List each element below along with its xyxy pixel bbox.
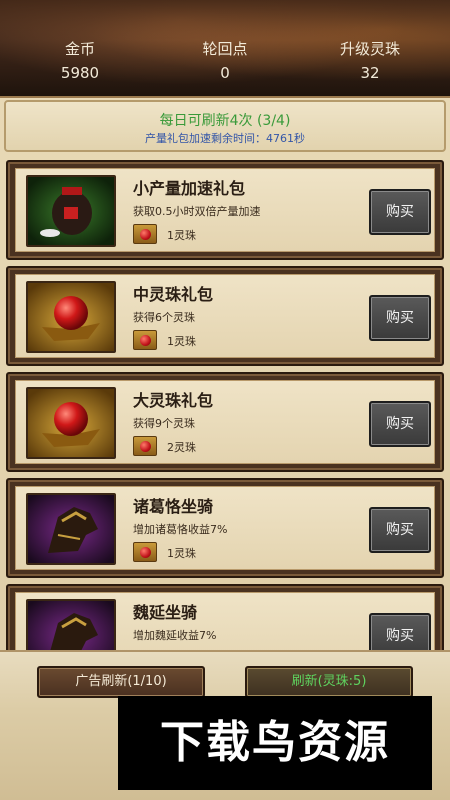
shop-item-card: 中灵珠礼包 获得6个灵珠 1灵珠 购买 bbox=[6, 266, 444, 366]
upgrade-pearl-stat: 升级灵珠 32 bbox=[295, 38, 445, 86]
item-cost: 1灵珠 bbox=[167, 335, 196, 348]
pearl-cost-icon bbox=[133, 224, 157, 244]
shop-item-card: 小产量加速礼包 获取0.5小时双倍产量加速 1灵珠 购买 bbox=[6, 160, 444, 260]
watermark-banner: 下载鸟资源 bbox=[118, 696, 432, 790]
pearl-refresh-button[interactable]: 刷新(灵珠:5) bbox=[245, 666, 413, 698]
gold-value: 5980 bbox=[60, 64, 100, 82]
card-body: 诸葛恪坐骑 增加诸葛恪收益7% 1灵珠 购买 bbox=[15, 486, 435, 570]
shop-item-card: 诸葛恪坐骑 增加诸葛恪收益7% 1灵珠 购买 bbox=[6, 478, 444, 578]
card-body: 大灵珠礼包 获得9个灵珠 2灵珠 购买 bbox=[15, 380, 435, 464]
item-name: 诸葛恪坐骑 bbox=[133, 497, 214, 516]
item-description: 获取0.5小时双倍产量加速 bbox=[133, 205, 261, 218]
boost-remaining-time: 产量礼包加速剩余时间：4761秒 bbox=[145, 132, 305, 145]
pearl-cost-icon bbox=[133, 542, 157, 562]
item-name: 中灵珠礼包 bbox=[133, 285, 214, 304]
item-cost: 1灵珠 bbox=[167, 547, 196, 560]
wine-jar-icon bbox=[26, 175, 116, 247]
pearl-cost-icon bbox=[133, 436, 157, 456]
red-pearl-icon bbox=[26, 387, 116, 459]
daily-refresh-count: 每日可刷新4次 (3/4) bbox=[159, 113, 291, 129]
top-resource-bar: 金币 5980 轮回点 0 升级灵珠 32 bbox=[0, 0, 450, 96]
reincarnation-points-stat: 轮回点 0 bbox=[150, 38, 300, 86]
pearl-cost-icon bbox=[133, 330, 157, 350]
red-pearl-icon bbox=[26, 281, 116, 353]
item-description: 获得9个灵珠 bbox=[133, 417, 195, 430]
upgrade-pearl-value: 32 bbox=[360, 64, 380, 82]
buy-button[interactable]: 购买 bbox=[369, 295, 431, 341]
reincarnation-points-label: 轮回点 bbox=[202, 40, 248, 58]
item-cost: 2灵珠 bbox=[167, 441, 196, 454]
item-cost: 1灵珠 bbox=[167, 229, 196, 242]
item-name: 魏延坐骑 bbox=[133, 603, 198, 622]
reincarnation-points-value: 0 bbox=[220, 64, 230, 82]
shop-item-card: 大灵珠礼包 获得9个灵珠 2灵珠 购买 bbox=[6, 372, 444, 472]
card-body: 小产量加速礼包 获取0.5小时双倍产量加速 1灵珠 购买 bbox=[15, 168, 435, 252]
gold-label: 金币 bbox=[64, 40, 95, 58]
item-description: 增加诸葛恪收益7% bbox=[133, 523, 228, 536]
buy-button[interactable]: 购买 bbox=[369, 401, 431, 447]
item-name: 大灵珠礼包 bbox=[133, 391, 214, 410]
header-background bbox=[0, 0, 450, 40]
upgrade-pearl-label: 升级灵珠 bbox=[339, 40, 400, 58]
card-body: 中灵珠礼包 获得6个灵珠 1灵珠 购买 bbox=[15, 274, 435, 358]
refresh-info-box: 每日可刷新4次 (3/4) 产量礼包加速剩余时间：4761秒 bbox=[4, 100, 446, 152]
gold-stat: 金币 5980 bbox=[5, 38, 155, 86]
buy-button[interactable]: 购买 bbox=[369, 189, 431, 235]
item-description: 增加魏延收益7% bbox=[133, 629, 217, 642]
ad-refresh-button[interactable]: 广告刷新(1/10) bbox=[37, 666, 205, 698]
buy-button[interactable]: 购买 bbox=[369, 507, 431, 553]
item-name: 小产量加速礼包 bbox=[133, 179, 246, 198]
mount-horse-icon bbox=[26, 493, 116, 565]
item-description: 获得6个灵珠 bbox=[133, 311, 195, 324]
